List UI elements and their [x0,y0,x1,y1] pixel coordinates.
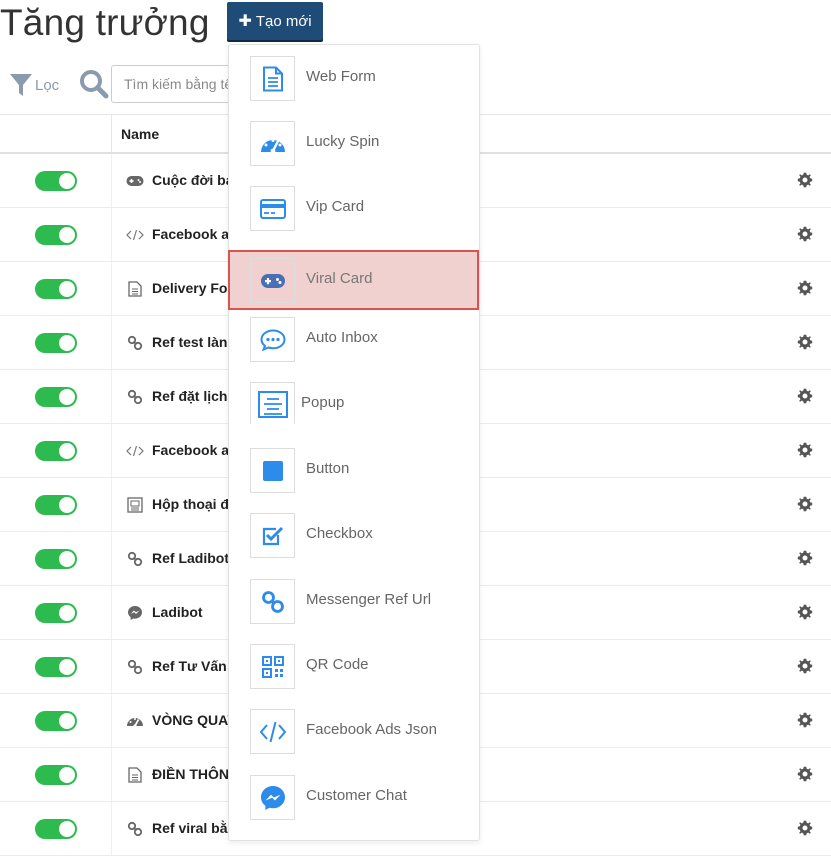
gear-icon[interactable] [797,280,813,296]
row-name[interactable]: Delivery Fo [152,280,227,296]
viral-card-icon [250,258,295,303]
button-icon [250,448,295,493]
row-name[interactable]: Ref viral bằ [152,820,227,836]
gear-icon[interactable] [797,604,813,620]
row-name[interactable]: Ref test làn [152,334,227,350]
dropdown-item-auto-inbox[interactable]: Auto Inbox [229,309,481,369]
link-icon [126,821,144,837]
dropdown-item-facebook-ads-json[interactable]: Facebook Ads Json [229,701,481,761]
web-form-icon [250,56,295,101]
row-name[interactable]: Ladibot [152,604,203,620]
row-name[interactable]: Cuộc đời ba [152,172,234,188]
row-name[interactable]: Hộp thoại đ [152,496,229,512]
code-icon [126,443,144,459]
filter-label: Lọc [35,76,60,94]
status-toggle[interactable] [35,441,77,461]
create-new-button[interactable]: ✚ Tạo mới [227,2,323,40]
gear-icon[interactable] [797,496,813,512]
dropdown-item-popup[interactable]: Popup [229,374,481,434]
messenger-icon [126,605,144,621]
link-icon [126,389,144,405]
dialog-icon [126,497,144,513]
status-toggle[interactable] [35,171,77,191]
gear-icon[interactable] [797,388,813,404]
link-icon [126,335,144,351]
gear-icon[interactable] [797,550,813,566]
qr-code-icon [250,644,295,689]
dropdown-item-label: Auto Inbox [306,329,378,346]
status-toggle[interactable] [35,495,77,515]
gear-icon[interactable] [797,334,813,350]
gamepad-icon [126,173,144,189]
row-name[interactable]: VÒNG QUAY [152,712,236,728]
dropdown-item-label: Checkbox [306,525,373,542]
auto-inbox-icon [250,317,295,362]
vip-card-icon [250,186,295,231]
gear-icon[interactable] [797,226,813,242]
dropdown-item-label: Messenger Ref Url [306,591,432,608]
plus-icon: ✚ [238,13,252,30]
dropdown-item-vip-card[interactable]: Vip Card [229,178,481,238]
gear-icon[interactable] [797,658,813,674]
row-name[interactable]: Ref Tư Vấn [152,658,227,674]
page-title: Tăng trưởng [0,2,210,43]
dropdown-item-customer-chat[interactable]: Customer Chat [229,767,481,827]
customer-chat-icon [250,775,295,820]
search-icon[interactable] [78,68,110,100]
status-toggle[interactable] [35,225,77,245]
column-header-name: Name [121,126,160,142]
status-toggle[interactable] [35,765,77,785]
dropdown-item-messenger-ref-url[interactable]: Messenger Ref Url [229,571,481,631]
lucky-spin-icon [250,121,295,166]
link-icon [126,551,144,567]
messenger-ref-url-icon [250,579,295,624]
document-icon [126,281,144,297]
document-icon [126,767,144,783]
dropdown-item-checkbox[interactable]: Checkbox [229,505,481,565]
dropdown-item-web-form[interactable]: Web Form [229,48,481,108]
facebook-ads-json-icon [250,709,295,754]
dropdown-item-label: Vip Card [306,198,365,215]
dropdown-item-label: QR Code [306,656,369,673]
gear-icon[interactable] [797,820,813,836]
dropdown-item-label: Lucky Spin [306,133,380,150]
filter-button[interactable]: Lọc [9,72,59,98]
checkbox-icon [250,513,295,558]
row-name[interactable]: Facebook a [152,442,229,458]
dropdown-item-label: Facebook Ads Json [306,721,437,738]
dropdown-item-lucky-spin[interactable]: Lucky Spin [229,113,481,173]
funnel-icon [10,74,32,96]
status-toggle[interactable] [35,603,77,623]
status-toggle[interactable] [35,279,77,299]
row-name[interactable]: ĐIỀN THÔN [152,766,229,782]
gear-icon[interactable] [797,766,813,782]
dropdown-item-label: Web Form [306,68,376,85]
create-new-dropdown: Web Form Lucky Spin Vip Card Viral Card Auto… [228,44,480,841]
dropdown-item-label: Button [306,460,350,477]
dashboard-icon [126,713,144,729]
create-new-label: Tạo mới [255,12,312,30]
dropdown-item-label: Customer Chat [306,787,407,804]
gear-icon[interactable] [797,442,813,458]
gear-icon[interactable] [797,712,813,728]
code-icon [126,227,144,243]
dropdown-item-qr-code[interactable]: QR Code [229,636,481,696]
row-name[interactable]: Facebook a [152,226,229,242]
status-toggle[interactable] [35,549,77,569]
popup-icon [250,382,295,424]
status-toggle[interactable] [35,333,77,353]
dropdown-item-label: Viral Card [306,270,373,287]
status-toggle[interactable] [35,657,77,677]
status-toggle[interactable] [35,711,77,731]
status-toggle[interactable] [35,819,77,839]
row-name[interactable]: Ref đặt lịch [152,388,227,404]
dropdown-item-label: Popup [301,394,345,411]
dropdown-item-button[interactable]: Button [229,440,481,500]
link-icon [126,659,144,675]
gear-icon[interactable] [797,172,813,188]
row-name[interactable]: Ref Ladibot [152,550,229,566]
status-toggle[interactable] [35,387,77,407]
dropdown-item-viral-card[interactable]: Viral Card [228,250,479,310]
